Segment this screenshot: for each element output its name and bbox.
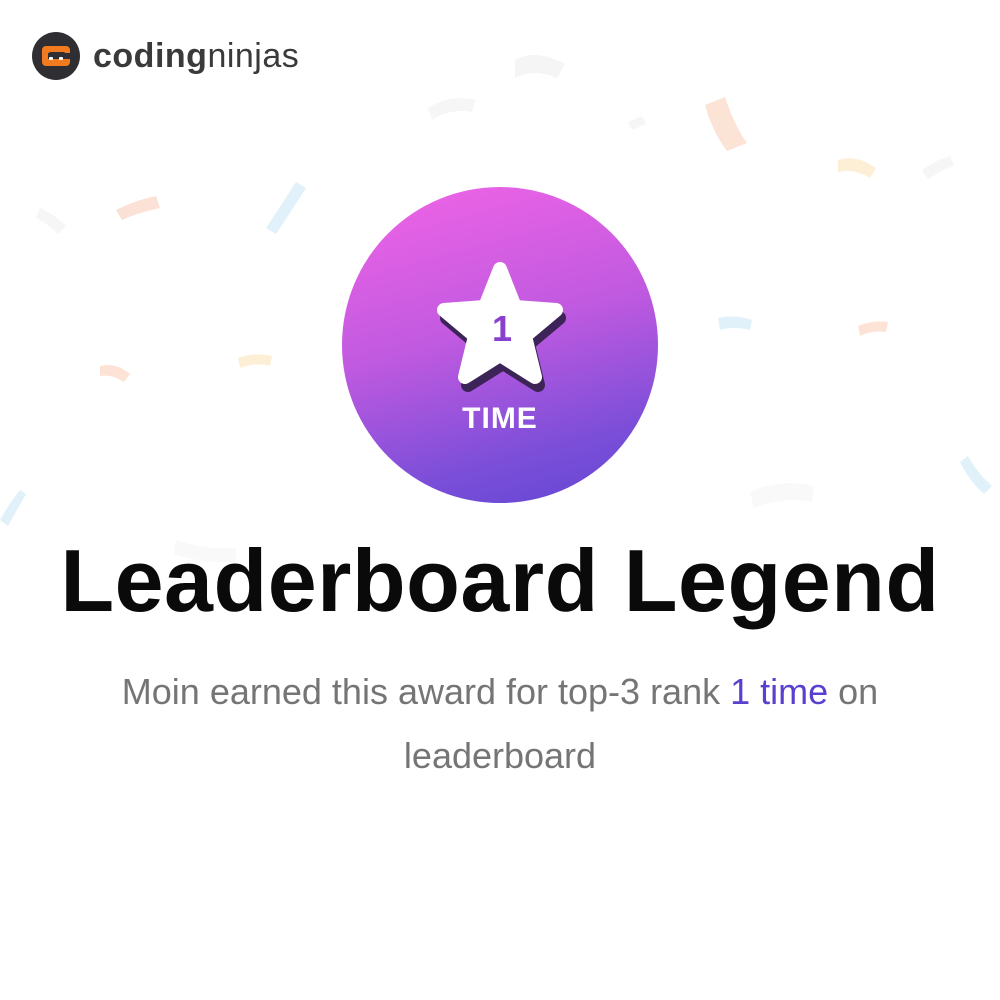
confetti-piece [238, 354, 272, 368]
badge-count: 1 [492, 308, 512, 349]
confetti-piece [515, 54, 565, 78]
confetti-piece [0, 490, 26, 526]
award-description: Moin earned this award for top-3 rank 1 … [60, 660, 940, 788]
confetti-piece [705, 97, 747, 151]
confetti-piece [116, 196, 160, 220]
confetti-piece [960, 456, 992, 494]
confetti-piece [750, 483, 814, 508]
brand-name-bold: coding [93, 37, 208, 75]
confetti-piece [718, 316, 752, 330]
confetti-piece [628, 116, 646, 130]
award-badge: 1 TIME [342, 187, 658, 503]
confetti-piece [922, 156, 954, 180]
badge-label: TIME [462, 402, 538, 435]
brand-name-light: ninjas [207, 37, 300, 75]
description-highlight: 1 time [730, 671, 829, 712]
brand-name: codingninjas [93, 32, 299, 80]
award-title: Leaderboard Legend [60, 531, 940, 630]
description-prefix: Moin earned this award for top-3 rank [121, 671, 731, 712]
confetti-piece [36, 208, 66, 234]
brand-logo[interactable]: codingninjas [32, 32, 299, 80]
star-icon: 1 [437, 262, 566, 392]
confetti-piece [428, 98, 476, 120]
confetti-piece [858, 321, 888, 336]
confetti-piece [100, 365, 130, 382]
confetti-piece [838, 158, 876, 178]
confetti-piece [266, 182, 306, 234]
ninja-logo-icon [32, 32, 80, 80]
